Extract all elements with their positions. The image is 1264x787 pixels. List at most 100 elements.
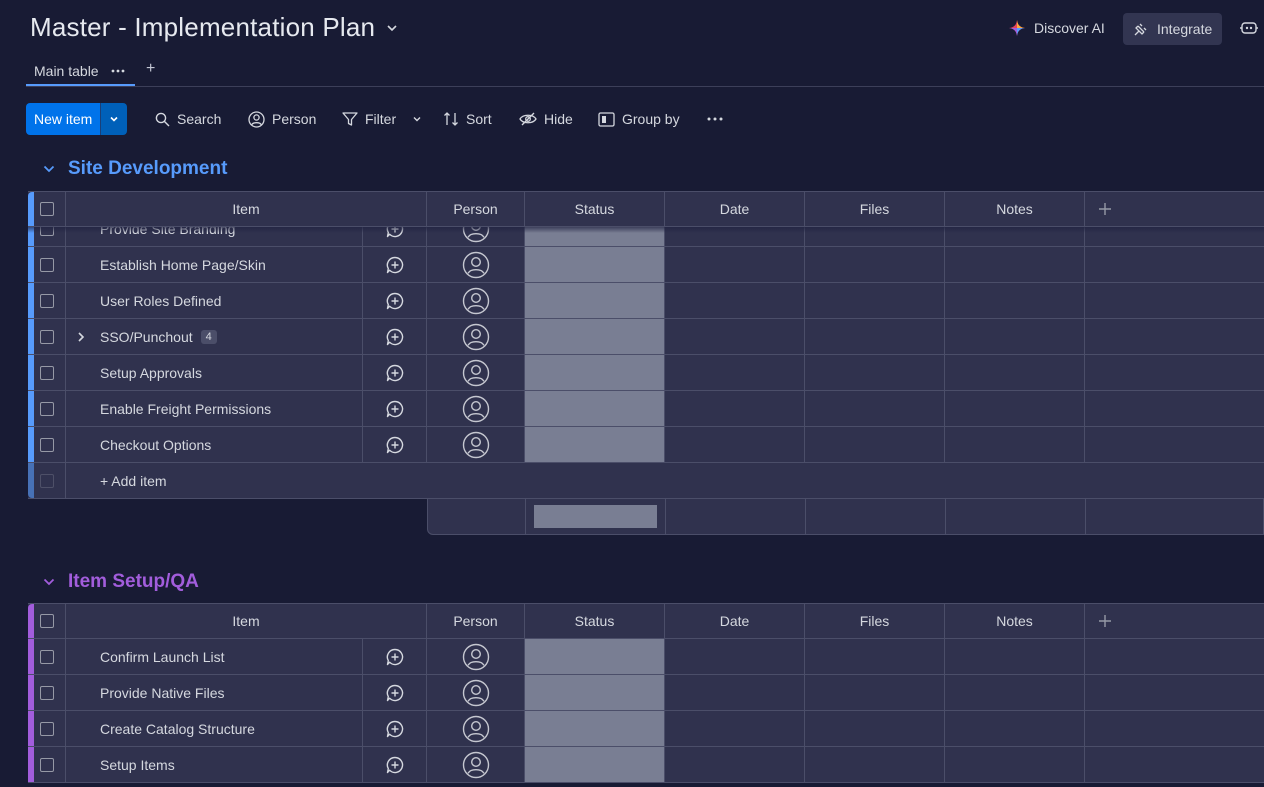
- person-avatar-icon[interactable]: [462, 287, 490, 315]
- row-checkbox[interactable]: [39, 366, 54, 380]
- new-item-dropdown[interactable]: [100, 103, 128, 135]
- table-row[interactable]: SSO/Punchout 4: [28, 319, 1264, 355]
- person-cell[interactable]: [427, 675, 525, 710]
- expand-subitems-icon[interactable]: [76, 331, 86, 343]
- item-name-cell[interactable]: Enable Freight Permissions: [66, 391, 363, 426]
- item-name-cell[interactable]: Setup Approvals: [66, 355, 363, 390]
- person-cell[interactable]: [427, 711, 525, 746]
- item-name[interactable]: Create Catalog Structure: [100, 721, 255, 737]
- row-checkbox[interactable]: [39, 294, 54, 308]
- date-cell[interactable]: [665, 639, 805, 674]
- date-cell[interactable]: [665, 319, 805, 354]
- table-row[interactable]: Create Catalog Structure: [28, 711, 1264, 747]
- item-name[interactable]: Enable Freight Permissions: [100, 401, 271, 417]
- status-cell[interactable]: [525, 639, 665, 674]
- sort-button[interactable]: Sort: [443, 103, 492, 135]
- files-cell[interactable]: [805, 355, 945, 390]
- status-cell[interactable]: [525, 283, 665, 318]
- column-header-person[interactable]: Person: [427, 604, 525, 638]
- row-select-cell[interactable]: [28, 639, 66, 674]
- row-checkbox[interactable]: [39, 258, 54, 272]
- row-checkbox[interactable]: [39, 686, 54, 700]
- item-name-cell[interactable]: SSO/Punchout 4: [66, 319, 363, 354]
- discover-ai-button[interactable]: Discover AI: [1008, 12, 1105, 44]
- notes-cell[interactable]: [945, 319, 1085, 354]
- chevron-down-icon[interactable]: [411, 113, 423, 125]
- table-row[interactable]: Setup Items: [28, 747, 1264, 783]
- table-row[interactable]: Enable Freight Permissions: [28, 391, 1264, 427]
- item-name-cell[interactable]: Create Catalog Structure: [66, 711, 363, 746]
- open-updates-button[interactable]: [363, 427, 427, 462]
- row-checkbox[interactable]: [39, 438, 54, 452]
- column-header-item[interactable]: Item: [66, 192, 427, 226]
- status-cell[interactable]: [525, 247, 665, 282]
- files-cell[interactable]: [805, 711, 945, 746]
- item-name-cell[interactable]: Checkout Options: [66, 427, 363, 462]
- person-avatar-icon[interactable]: [462, 715, 490, 743]
- add-item-cell[interactable]: + Add item: [66, 463, 1264, 498]
- files-cell[interactable]: [805, 747, 945, 782]
- collapse-chevron-icon[interactable]: [42, 575, 56, 589]
- date-cell[interactable]: [665, 247, 805, 282]
- row-select-cell[interactable]: [28, 675, 66, 710]
- column-header-notes[interactable]: Notes: [945, 192, 1085, 226]
- search-button[interactable]: Search: [155, 103, 221, 135]
- person-cell[interactable]: [427, 391, 525, 426]
- open-updates-button[interactable]: [363, 675, 427, 710]
- status-cell[interactable]: [525, 319, 665, 354]
- column-header-status[interactable]: Status: [525, 604, 665, 638]
- more-actions-icon[interactable]: [707, 103, 723, 135]
- person-avatar-icon[interactable]: [462, 679, 490, 707]
- status-cell[interactable]: [525, 675, 665, 710]
- row-checkbox[interactable]: [39, 402, 54, 416]
- open-updates-button[interactable]: [363, 747, 427, 782]
- date-cell[interactable]: [665, 711, 805, 746]
- files-cell[interactable]: [805, 675, 945, 710]
- notes-cell[interactable]: [945, 747, 1085, 782]
- person-avatar-icon[interactable]: [462, 751, 490, 779]
- select-all-checkbox[interactable]: [39, 614, 54, 628]
- row-select-cell[interactable]: [28, 427, 66, 462]
- select-all-cell[interactable]: [28, 192, 66, 226]
- row-select-cell[interactable]: [28, 391, 66, 426]
- item-name[interactable]: Setup Items: [100, 757, 175, 773]
- add-view-button[interactable]: +: [146, 60, 155, 78]
- group-header-site-development[interactable]: Site Development: [42, 158, 227, 180]
- notes-cell[interactable]: [945, 711, 1085, 746]
- status-cell[interactable]: [525, 391, 665, 426]
- item-name[interactable]: Confirm Launch List: [100, 649, 225, 665]
- notes-cell[interactable]: [945, 283, 1085, 318]
- person-avatar-icon[interactable]: [462, 431, 490, 459]
- person-cell[interactable]: [427, 283, 525, 318]
- tab-main-table[interactable]: Main table: [26, 56, 133, 86]
- files-cell[interactable]: [805, 639, 945, 674]
- date-cell[interactable]: [665, 355, 805, 390]
- item-name-cell[interactable]: Establish Home Page/Skin: [66, 247, 363, 282]
- date-cell[interactable]: [665, 427, 805, 462]
- row-checkbox[interactable]: [39, 650, 54, 664]
- person-cell[interactable]: [427, 747, 525, 782]
- date-cell[interactable]: [665, 283, 805, 318]
- date-cell[interactable]: [665, 391, 805, 426]
- column-header-person[interactable]: Person: [427, 192, 525, 226]
- item-name[interactable]: Provide Native Files: [100, 685, 225, 701]
- hide-button[interactable]: Hide: [519, 103, 573, 135]
- open-updates-button[interactable]: [363, 319, 427, 354]
- column-header-notes[interactable]: Notes: [945, 604, 1085, 638]
- table-row[interactable]: Confirm Launch List: [28, 639, 1264, 675]
- table-row[interactable]: User Roles Defined: [28, 283, 1264, 319]
- person-avatar-icon[interactable]: [462, 251, 490, 279]
- row-select-cell[interactable]: [28, 319, 66, 354]
- item-name[interactable]: Checkout Options: [100, 437, 211, 453]
- person-avatar-icon[interactable]: [462, 359, 490, 387]
- table-row[interactable]: Provide Native Files: [28, 675, 1264, 711]
- files-cell[interactable]: [805, 283, 945, 318]
- row-select-cell[interactable]: [28, 355, 66, 390]
- person-avatar-icon[interactable]: [462, 323, 490, 351]
- person-avatar-icon[interactable]: [462, 395, 490, 423]
- person-cell[interactable]: [427, 427, 525, 462]
- open-updates-button[interactable]: [363, 355, 427, 390]
- item-name-cell[interactable]: Setup Items: [66, 747, 363, 782]
- add-item-input[interactable]: + Add item: [100, 473, 167, 489]
- group-by-button[interactable]: Group by: [598, 103, 680, 135]
